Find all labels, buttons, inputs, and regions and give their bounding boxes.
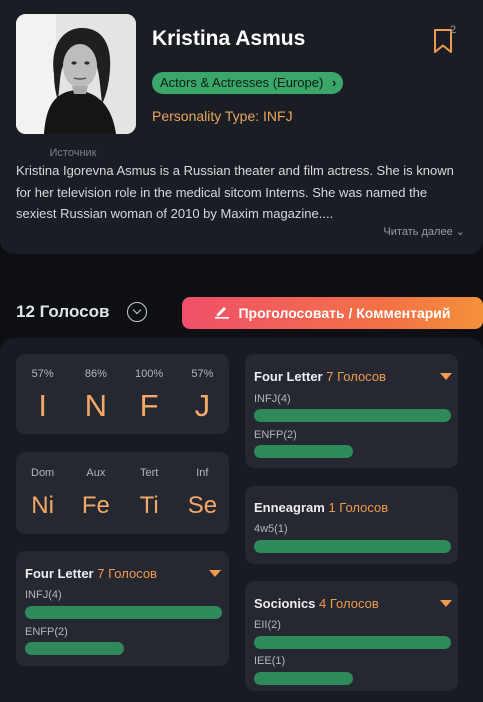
votes-panel: 57% 86% 100% 57% I N F J Dom Aux Tert In… (0, 338, 483, 702)
function-label-dom: Dom (31, 467, 55, 479)
percent-j: 57% (191, 368, 214, 380)
vote-bar (25, 606, 222, 619)
vote-row-label: 4w5(1) (254, 523, 288, 535)
vote-row-label: IEE(1) (254, 655, 286, 667)
percent-i: 57% (31, 368, 54, 380)
function-value-row: Ni Fe Ti Se (16, 492, 229, 520)
card-vote-count: 7 Голосов (326, 369, 386, 384)
percent-n: 86% (84, 368, 107, 380)
functions-box: Dom Aux Tert Inf Ni Fe Ti Se (16, 452, 229, 534)
function-value-inf: Se (187, 492, 218, 519)
card-vote-count: 7 Голосов (97, 566, 157, 581)
vote-bar (254, 445, 353, 458)
four-letter-card-left: Four Letter 7 Голосов INFJ(4) ENFP(2) (16, 551, 229, 666)
vote-row-label: INFJ(4) (25, 589, 62, 601)
card-title-text: Socionics (254, 596, 316, 611)
profile-card: Источник Kristina Asmus 2 Actors & Actre… (0, 0, 483, 254)
percent-f: 100% (135, 368, 164, 380)
type-breakdown-box: 57% 86% 100% 57% I N F J (16, 354, 229, 434)
category-tag-label: Actors & Actresses (Europe) (160, 75, 324, 90)
letter-f: F (139, 388, 159, 423)
vote-row-label: ENFP(2) (25, 626, 68, 638)
vote-bar (254, 540, 451, 553)
function-label-aux: Aux (86, 467, 106, 479)
card-vote-count: 4 Голосов (319, 596, 379, 611)
four-letter-title-left: Four Letter 7 Голосов (25, 566, 157, 581)
function-value-tert: Ti (139, 492, 159, 519)
caret-down-icon[interactable] (440, 373, 452, 380)
letter-i: I (38, 388, 47, 423)
four-letter-title-right: Four Letter 7 Голосов (254, 369, 386, 384)
read-more-link[interactable]: Читать далее ⌄ (383, 225, 465, 238)
vote-bar (254, 672, 353, 685)
photo-source-label[interactable]: Источник (16, 147, 130, 159)
card-title-text: Four Letter (25, 566, 94, 581)
function-value-dom: Ni (31, 492, 54, 519)
vote-bar (254, 636, 451, 649)
letter-j: J (194, 388, 211, 423)
vote-bar (254, 409, 451, 422)
type-letter-row: I N F J (16, 388, 229, 424)
enneagram-title: Enneagram 1 Голосов (254, 500, 388, 515)
chevron-down-icon: ⌄ (455, 226, 465, 238)
pen-icon (214, 303, 230, 323)
chevron-right-icon: › (331, 75, 337, 90)
function-value-aux: Fe (81, 492, 110, 519)
portrait-photo (16, 14, 136, 134)
bookmark-count: 2 (450, 24, 457, 36)
socionics-card: Socionics 4 Голосов EII(2) IEE(1) (245, 581, 458, 691)
vote-row-label: EII(2) (254, 619, 281, 631)
enneagram-card: Enneagram 1 Голосов 4w5(1) (245, 486, 458, 564)
profile-bio: Kristina Igorevna Asmus is a Russian the… (16, 163, 454, 221)
function-label-tert: Tert (139, 467, 159, 479)
personality-type-label: Personality Type: INFJ (152, 108, 293, 124)
card-title-text: Four Letter (254, 369, 323, 384)
vote-bar (25, 642, 124, 655)
vote-button-label: Проголосовать / Комментарий (238, 305, 451, 321)
four-letter-card-right: Four Letter 7 Голосов INFJ(4) ENFP(2) (245, 354, 458, 468)
category-tag[interactable]: Actors & Actresses (Europe) › (152, 72, 344, 94)
read-more-label: Читать далее (383, 226, 453, 238)
caret-down-icon[interactable] (440, 600, 452, 607)
vote-comment-button[interactable]: Проголосовать / Комментарий (182, 297, 483, 329)
function-label-inf: Inf (196, 467, 209, 479)
card-title-text: Enneagram (254, 500, 325, 515)
caret-down-icon[interactable] (209, 570, 221, 577)
chevron-down-icon[interactable] (127, 302, 147, 322)
card-vote-count: 1 Голосов (328, 500, 389, 515)
letter-n: N (84, 388, 108, 423)
profile-avatar[interactable] (16, 14, 136, 134)
socionics-title: Socionics 4 Голосов (254, 596, 379, 611)
votes-count: 12 Голосов (16, 302, 110, 321)
function-label-row: Dom Aux Tert Inf (16, 467, 229, 479)
vote-row-label: INFJ(4) (254, 393, 291, 405)
vote-row-label: ENFP(2) (254, 429, 297, 441)
profile-name: Kristina Asmus (152, 27, 306, 50)
type-percent-row: 57% 86% 100% 57% (16, 368, 229, 380)
